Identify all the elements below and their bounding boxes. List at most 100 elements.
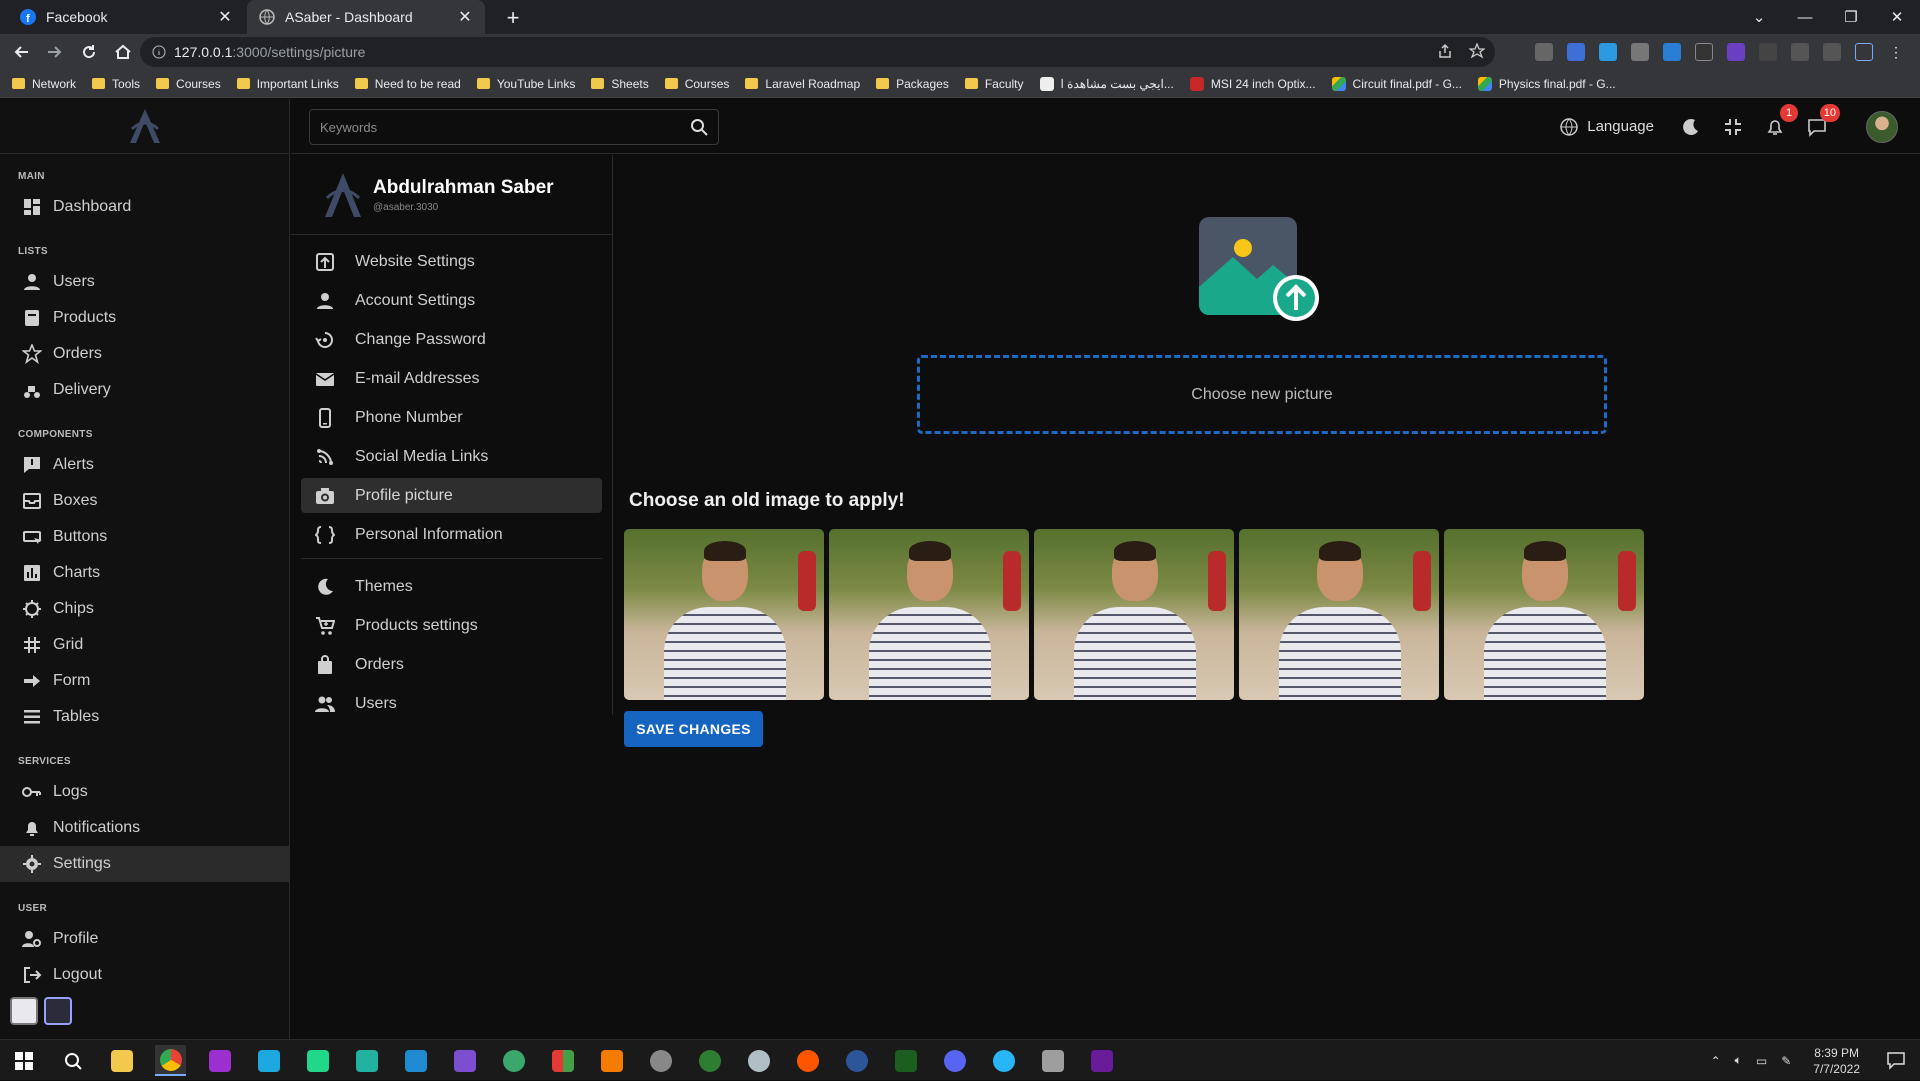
clion-icon[interactable]	[351, 1045, 382, 1076]
browser-tab-dashboard[interactable]: ASaber - Dashboard ✕	[247, 0, 485, 34]
bookmark-item[interactable]: MSI 24 inch Optix...	[1189, 76, 1316, 91]
minimize-button[interactable]: —	[1782, 0, 1828, 34]
extension-icon[interactable]	[1599, 43, 1617, 61]
app-icon[interactable]	[498, 1045, 529, 1076]
restore-button[interactable]: ❐	[1828, 0, 1874, 34]
bookmark-item[interactable]: Physics final.pdf - G...	[1477, 76, 1616, 91]
sidepanel-icon[interactable]	[1823, 43, 1841, 61]
settings-menu-item-users[interactable]: Users	[301, 686, 602, 721]
sidebar-item-charts[interactable]: Charts	[0, 555, 289, 591]
app-icon[interactable]	[694, 1045, 725, 1076]
sidebar-item-delivery[interactable]: Delivery	[0, 372, 289, 408]
sidebar-item-products[interactable]: Products	[0, 300, 289, 336]
browser-tab-facebook[interactable]: f Facebook ✕	[8, 0, 245, 34]
sidebar-item-dashboard[interactable]: Dashboard	[0, 189, 289, 225]
puzzle-icon[interactable]	[1791, 43, 1809, 61]
info-icon[interactable]	[152, 45, 166, 59]
settings-menu-item-phone-number[interactable]: Phone Number	[301, 400, 602, 435]
close-window-button[interactable]: ✕	[1874, 0, 1920, 34]
sidebar-item-users[interactable]: Users	[0, 264, 289, 300]
settings-menu-item-account-settings[interactable]: Account Settings	[301, 283, 602, 318]
app-icon[interactable]	[645, 1045, 676, 1076]
sidebar-item-boxes[interactable]: Boxes	[0, 483, 289, 519]
sidebar-item-logout[interactable]: Logout	[0, 957, 289, 993]
nox-icon[interactable]	[1086, 1045, 1117, 1076]
discord-icon[interactable]	[939, 1045, 970, 1076]
close-icon[interactable]: ✕	[217, 7, 233, 27]
bookmark-item[interactable]: YouTube Links	[476, 77, 575, 91]
app-icon[interactable]	[596, 1045, 627, 1076]
extension-icon[interactable]	[1535, 43, 1553, 61]
settings-menu-item-website-settings[interactable]: Website Settings	[301, 244, 602, 279]
old-image[interactable]	[1239, 529, 1439, 700]
extension-icon[interactable]	[1663, 43, 1681, 61]
chevron-down-icon[interactable]: ⌄	[1736, 0, 1782, 34]
visual-studio-icon[interactable]	[449, 1045, 480, 1076]
bookmark-item[interactable]: Faculty	[964, 77, 1024, 91]
settings-menu-item-orders[interactable]: Orders	[301, 647, 602, 682]
avatar[interactable]	[1866, 110, 1898, 143]
phpstorm-icon[interactable]	[204, 1045, 235, 1076]
star-bookmark-icon[interactable]	[1469, 43, 1485, 59]
forward-button[interactable]	[42, 39, 68, 65]
sidebar-item-buttons[interactable]: Buttons	[0, 519, 289, 555]
bookmark-item[interactable]: Circuit final.pdf - G...	[1331, 76, 1462, 91]
pycharm-icon[interactable]	[302, 1045, 333, 1076]
search-icon[interactable]	[57, 1045, 88, 1076]
bookmark-item[interactable]: Tools	[92, 77, 140, 91]
bookmark-item[interactable]: Sheets	[591, 77, 649, 91]
bell-icon[interactable]: 1	[1764, 103, 1798, 138]
app-icon[interactable]	[890, 1045, 921, 1076]
extension-icon[interactable]	[1759, 43, 1777, 61]
bookmark-item[interactable]: Packages	[876, 77, 949, 91]
sidebar-item-settings[interactable]: Settings	[0, 846, 289, 882]
save-changes-button[interactable]: SAVE CHANGES	[624, 711, 763, 747]
start-button[interactable]	[8, 1045, 39, 1076]
extension-icon[interactable]	[1567, 43, 1585, 61]
clock[interactable]: 8:39 PM 7/7/2022	[1813, 1045, 1860, 1077]
moon-icon[interactable]	[1680, 116, 1702, 138]
app-icon[interactable]	[1037, 1045, 1068, 1076]
bookmark-item[interactable]: ايجي بست مشاهدة ا...	[1039, 76, 1174, 91]
app-icon[interactable]	[547, 1045, 578, 1076]
search-input[interactable]: Keywords	[309, 109, 719, 145]
app-icon[interactable]	[743, 1045, 774, 1076]
settings-menu-item-personal-information[interactable]: Personal Information	[301, 517, 602, 552]
close-icon[interactable]: ✕	[457, 7, 473, 27]
vscode-icon[interactable]	[400, 1045, 431, 1076]
app-icon[interactable]	[988, 1045, 1019, 1076]
light-theme-swatch[interactable]	[10, 997, 38, 1025]
soundcloud-icon[interactable]	[792, 1045, 823, 1076]
kebab-menu-icon[interactable]: ⋮	[1887, 43, 1905, 61]
chevron-up-icon[interactable]: ⌃	[1711, 1054, 1721, 1068]
settings-menu-item-themes[interactable]: Themes	[301, 569, 602, 604]
share-icon[interactable]	[1437, 43, 1453, 59]
bookmark-item[interactable]: Courses	[156, 77, 221, 91]
volume-icon[interactable]: 🔈︎	[1735, 1053, 1742, 1068]
word-icon[interactable]	[841, 1045, 872, 1076]
new-tab-button[interactable]: +	[500, 5, 526, 31]
bookmark-item[interactable]: Courses	[664, 77, 729, 91]
sidebar-item-orders[interactable]: Orders	[0, 336, 289, 372]
fullscreen-exit-icon[interactable]	[1722, 116, 1744, 138]
settings-menu-item-products-settings[interactable]: Products settings	[301, 608, 602, 643]
sidebar-item-notifications[interactable]: Notifications	[0, 810, 289, 846]
profile-icon[interactable]	[1855, 43, 1873, 61]
sidebar-item-profile[interactable]: Profile	[0, 921, 289, 957]
home-button[interactable]	[110, 39, 136, 65]
choose-picture-dropzone[interactable]: Choose new picture	[917, 355, 1607, 434]
old-image[interactable]	[829, 529, 1029, 700]
sidebar-item-grid[interactable]: Grid	[0, 627, 289, 663]
file-explorer-icon[interactable]	[106, 1045, 137, 1076]
chrome-icon[interactable]	[155, 1045, 186, 1076]
search-icon[interactable]	[690, 118, 708, 136]
extension-icon[interactable]	[1631, 43, 1649, 61]
pen-icon[interactable]: ✎	[1781, 1054, 1791, 1068]
extension-icon[interactable]	[1695, 43, 1713, 61]
url-field[interactable]: 127.0.0.1:3000/settings/picture	[140, 37, 1495, 67]
sidebar-item-logs[interactable]: Logs	[0, 774, 289, 810]
logo[interactable]	[0, 99, 289, 154]
old-image[interactable]	[624, 529, 824, 700]
network-icon[interactable]: ▭	[1756, 1054, 1767, 1068]
webstorm-icon[interactable]	[253, 1045, 284, 1076]
